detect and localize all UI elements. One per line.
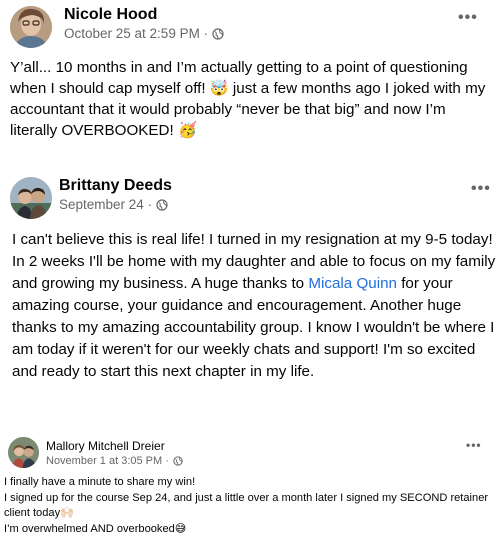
- timestamp[interactable]: September 24: [59, 197, 144, 212]
- mention-link[interactable]: Micala Quinn: [308, 275, 397, 292]
- author-name[interactable]: Brittany Deeds: [59, 177, 172, 195]
- post-mallory-mitchell-dreier: Mallory Mitchell Dreier November 1 at 3:…: [0, 430, 500, 546]
- avatar-photo: [10, 6, 52, 48]
- author-name[interactable]: Mallory Mitchell Dreier: [46, 439, 165, 453]
- post-meta: November 1 at 3:05 PM ·: [46, 455, 183, 467]
- timestamp[interactable]: October 25 at 2:59 PM: [64, 26, 200, 41]
- post-nicole-hood: Nicole Hood October 25 at 2:59 PM · ••• …: [0, 0, 500, 150]
- avatar-photo: [8, 437, 39, 468]
- post-meta: September 24 ·: [59, 197, 168, 212]
- more-options-button[interactable]: •••: [458, 10, 478, 26]
- avatar-photo: [10, 177, 52, 219]
- avatar[interactable]: [10, 6, 52, 48]
- more-options-button[interactable]: •••: [471, 181, 491, 197]
- globe-icon[interactable]: [156, 198, 168, 211]
- globe-icon[interactable]: [212, 27, 224, 40]
- more-options-button[interactable]: •••: [466, 439, 482, 451]
- globe-icon[interactable]: [173, 456, 183, 466]
- post-meta: October 25 at 2:59 PM ·: [64, 26, 224, 41]
- avatar[interactable]: [10, 177, 52, 219]
- timestamp[interactable]: November 1 at 3:05 PM: [46, 455, 162, 467]
- post-brittany-deeds: Brittany Deeds September 24 · ••• I can'…: [0, 170, 500, 400]
- post-body: I can't believe this is real life! I tur…: [12, 229, 498, 383]
- author-name[interactable]: Nicole Hood: [64, 6, 157, 24]
- avatar[interactable]: [8, 437, 39, 468]
- post-body: I finally have a minute to share my win!…: [4, 476, 489, 535]
- post-body: Y’all... 10 months in and I’m actually g…: [10, 59, 486, 139]
